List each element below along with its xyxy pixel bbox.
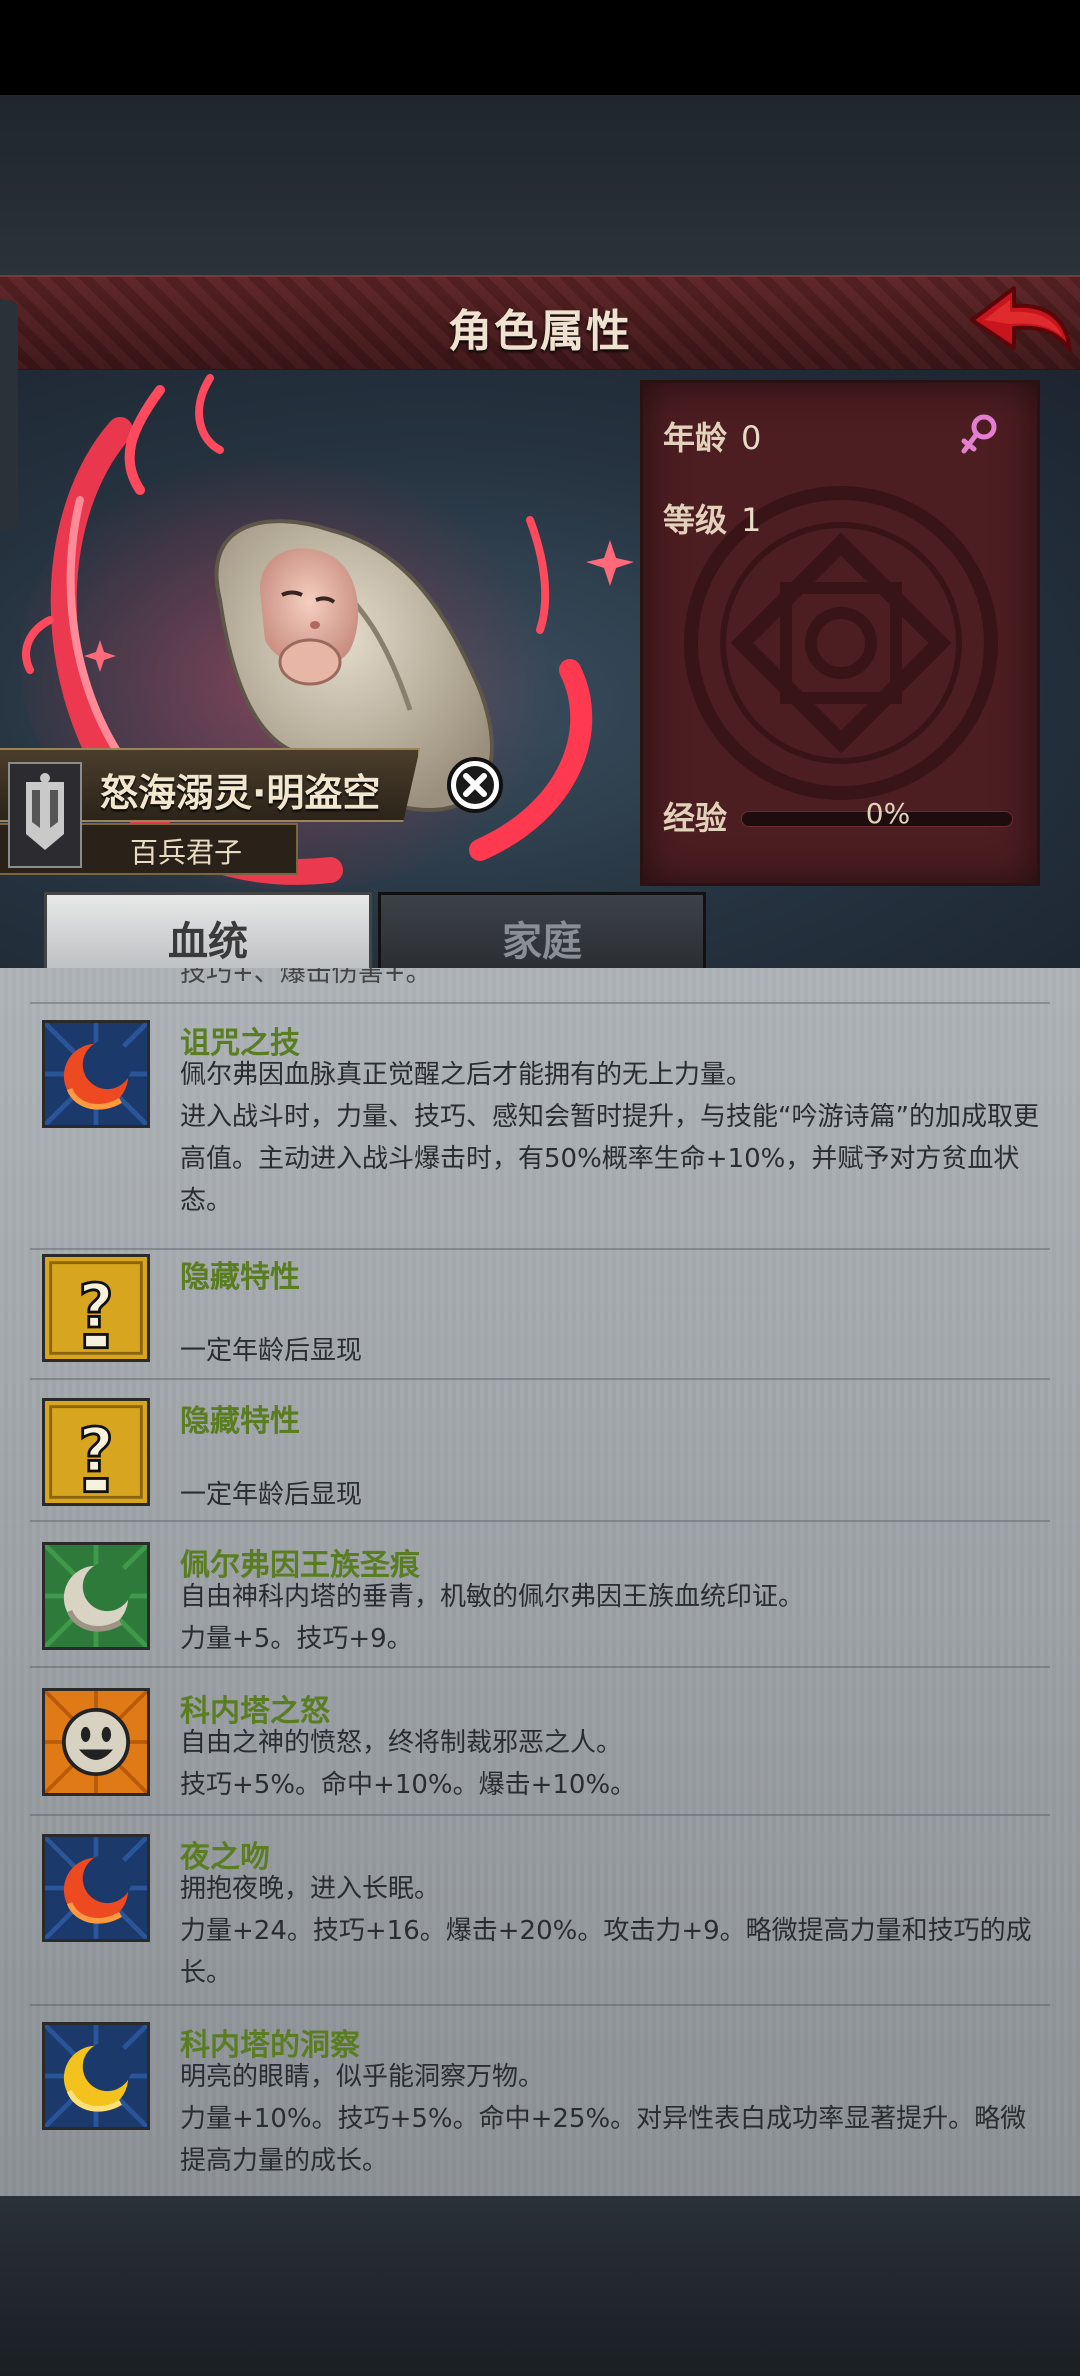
trait-desc: 一定年龄后显现 (180, 1480, 363, 1510)
character-name: 怒海溺灵·明盗空 (100, 771, 381, 815)
header-bar: 角色属性 (0, 275, 1080, 372)
tab-family[interactable]: 家庭 (378, 892, 706, 974)
tab-family-label: 家庭 (502, 919, 582, 965)
status-bar (0, 0, 1080, 95)
level-row: 等级 1 (663, 495, 761, 541)
divider (30, 1002, 1050, 1004)
divider (30, 1248, 1050, 1250)
trait-desc: 明亮的眼睛，似乎能洞察万物。 力量+10%。技巧+5%。命中+25%。对异性表白… (180, 2062, 1027, 2176)
red-crescent-icon (42, 1020, 150, 1128)
question-mark-icon: ? (42, 1254, 150, 1362)
svg-text:?: ? (78, 1272, 113, 1342)
age-value: 0 (741, 419, 762, 457)
back-arrow-icon[interactable] (966, 280, 1076, 360)
question-mark-icon: ? (42, 1398, 150, 1506)
trait-list[interactable]: 技巧+、爆击伤害+。 诅咒之技 佩尔弗因血脉真正觉醒之后才能拥有的无上力量。 进… (0, 968, 1080, 2196)
divider (30, 1378, 1050, 1380)
stats-panel: 年龄 0 等级 1 经验 0% (640, 380, 1040, 886)
bottom-frame (0, 2196, 1080, 2376)
exp-row: 经验 0% (663, 793, 1033, 843)
close-icon[interactable] (445, 755, 505, 815)
red-crescent-icon (42, 1834, 150, 1942)
tab-bloodline[interactable]: 血统 (44, 892, 372, 977)
divider (30, 1666, 1050, 1668)
age-row: 年龄 0 (663, 413, 761, 459)
banner-icon (8, 762, 82, 868)
white-crescent-icon (42, 1542, 150, 1650)
divider (30, 1520, 1050, 1522)
trait-desc: 自由之神的愤怒，终将制裁邪恶之人。 技巧+5%。命中+10%。爆击+10%。 (180, 1728, 637, 1800)
trait-desc: 佩尔弗因血脉真正觉醒之后才能拥有的无上力量。 进入战斗时，力量、技巧、感知会暂时… (180, 1060, 1039, 1216)
yellow-crescent-icon (42, 2022, 150, 2130)
divider (30, 1814, 1050, 1816)
exp-value: 0% (865, 797, 911, 830)
divider (30, 2004, 1050, 2006)
level-label: 等级 (663, 501, 728, 539)
tab-bar: 血统 家庭 (0, 880, 1080, 977)
trait-desc: 拥抱夜晚，进入长眠。 力量+24。技巧+16。爆击+20%。攻击力+9。略微提高… (180, 1874, 1032, 1988)
level-value: 1 (741, 501, 762, 539)
partial-trait-text: 技巧+、爆击伤害+。 (180, 968, 432, 988)
smiley-face-icon (42, 1688, 150, 1796)
page-title: 角色属性 (448, 306, 632, 357)
age-label: 年龄 (663, 419, 728, 457)
character-title: 百兵君子 (130, 836, 243, 869)
tab-bloodline-label: 血统 (168, 919, 248, 965)
upper-background (0, 95, 1080, 275)
svg-text:?: ? (78, 1416, 113, 1486)
trait-desc: 一定年龄后显现 (180, 1336, 363, 1366)
trait-desc: 自由神科内塔的垂青，机敏的佩尔弗因王族血统印证。 力量+5。技巧+9。 (180, 1582, 805, 1654)
female-icon (961, 414, 997, 454)
